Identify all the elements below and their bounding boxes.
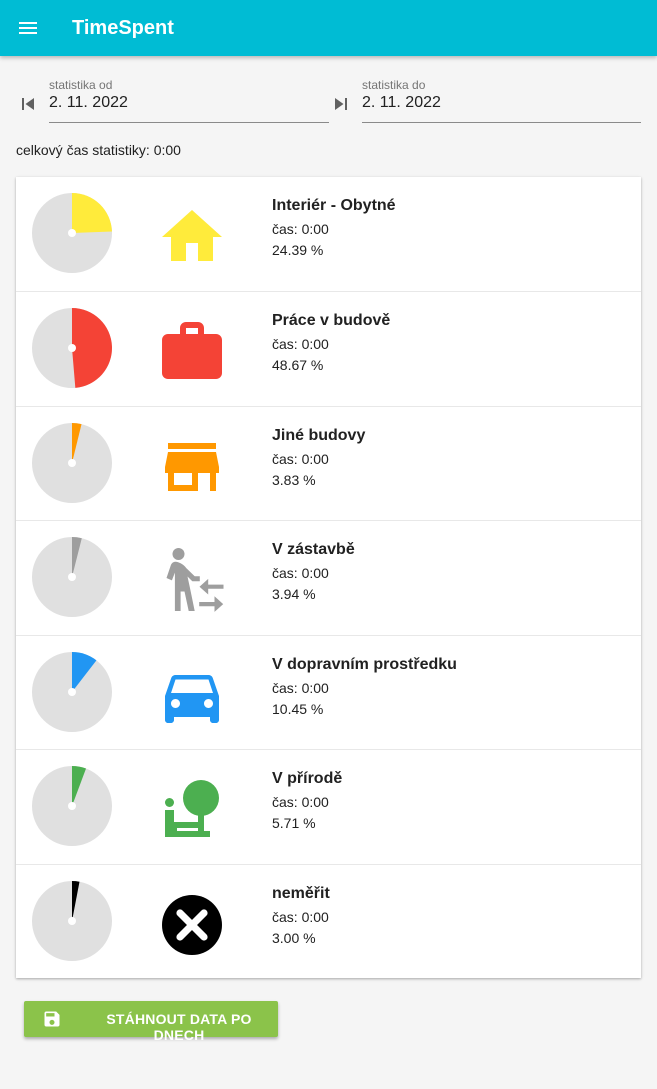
app-title: TimeSpent <box>72 17 174 39</box>
category-row-interior[interactable]: Interiér - Obytné čas: 0:00 24.39 % <box>16 177 641 291</box>
date-to-input[interactable] <box>362 94 641 112</box>
category-title: Interiér - Obytné <box>272 197 396 214</box>
category-percent: 3.94 % <box>272 586 316 602</box>
total-time-text: celkový čas statistiky: 0:00 <box>16 142 181 158</box>
pie-center-dot <box>68 344 76 352</box>
pie-slice <box>72 308 112 388</box>
date-to-field[interactable]: statistika do <box>362 74 641 123</box>
pie-slice <box>72 193 112 233</box>
category-list: Interiér - Obytné čas: 0:00 24.39 % Prác… <box>16 177 641 978</box>
pie-chart <box>32 308 112 388</box>
date-from-input[interactable] <box>49 94 329 112</box>
category-time: čas: 0:00 <box>272 909 329 925</box>
date-from-label: statistika od <box>49 78 113 92</box>
briefcase-icon <box>162 322 222 379</box>
category-title: V zástavbě <box>272 541 355 558</box>
category-percent: 3.00 % <box>272 930 316 946</box>
category-row-other-buildings[interactable]: Jiné budovy čas: 0:00 3.83 % <box>16 406 641 520</box>
download-button-label: STÁHNOUT DATA PO DNECH <box>106 1011 252 1043</box>
date-to-label: statistika do <box>362 78 426 92</box>
category-text: Práce v budově čas: 0:00 48.67 % <box>272 312 390 376</box>
cancel-icon <box>162 895 222 955</box>
next-date-button[interactable] <box>329 92 353 116</box>
category-text: V přírodě čas: 0:00 5.71 % <box>272 770 342 834</box>
category-row-vehicle[interactable]: V dopravním prostředku čas: 0:00 10.45 % <box>16 635 641 749</box>
menu-button[interactable] <box>16 16 40 40</box>
pie-chart <box>32 881 112 961</box>
category-time: čas: 0:00 <box>272 451 329 467</box>
store-icon <box>165 443 219 491</box>
home-icon <box>162 210 222 261</box>
pie-chart <box>32 766 112 846</box>
skip-next-icon <box>335 98 347 110</box>
category-time: čas: 0:00 <box>272 680 329 696</box>
category-time: čas: 0:00 <box>272 794 329 810</box>
category-percent: 48.67 % <box>272 357 324 373</box>
category-title: V přírodě <box>272 770 343 787</box>
menu-icon <box>19 22 37 34</box>
skip-previous-icon <box>22 98 34 110</box>
pie-center-dot <box>68 688 76 696</box>
pie-center-dot <box>68 573 76 581</box>
pie-chart <box>32 423 112 503</box>
category-time: čas: 0:00 <box>272 565 329 581</box>
pie-center-dot <box>68 802 76 810</box>
pie-center-dot <box>68 229 76 237</box>
pie-chart <box>32 652 112 732</box>
walking-person-icon <box>166 548 224 612</box>
app-bar: TimeSpent <box>0 0 657 56</box>
nature-person-icon <box>165 780 219 837</box>
category-title: Jiné budovy <box>272 427 366 444</box>
previous-date-button[interactable] <box>16 92 40 116</box>
category-row-no-measure[interactable]: neměřit čas: 0:00 3.00 % <box>16 864 641 978</box>
category-row-nature[interactable]: V přírodě čas: 0:00 5.71 % <box>16 749 641 863</box>
category-time: čas: 0:00 <box>272 221 329 237</box>
category-title: V dopravním prostředku <box>272 656 457 673</box>
category-row-work[interactable]: Práce v budově čas: 0:00 48.67 % <box>16 291 641 405</box>
car-icon <box>165 675 219 723</box>
category-text: neměřit čas: 0:00 3.00 % <box>272 885 330 949</box>
category-percent: 10.45 % <box>272 701 324 717</box>
category-percent: 24.39 % <box>272 242 324 258</box>
category-title: Práce v budově <box>272 312 391 329</box>
category-text: Jiné budovy čas: 0:00 3.83 % <box>272 427 365 491</box>
category-text: Interiér - Obytné čas: 0:00 24.39 % <box>272 197 396 261</box>
category-row-built-up[interactable]: V zástavbě čas: 0:00 3.94 % <box>16 520 641 634</box>
pie-center-dot <box>68 459 76 467</box>
category-percent: 5.71 % <box>272 815 316 831</box>
category-percent: 3.83 % <box>272 472 316 488</box>
pie-center-dot <box>68 917 76 925</box>
save-icon <box>44 1011 60 1027</box>
category-time: čas: 0:00 <box>272 336 329 352</box>
date-from-field[interactable]: statistika od <box>49 74 329 123</box>
download-daily-data-button[interactable]: STÁHNOUT DATA PO DNECH <box>24 1001 278 1043</box>
category-text: V dopravním prostředku čas: 0:00 10.45 % <box>272 656 457 720</box>
pie-chart <box>32 193 112 273</box>
pie-chart <box>32 537 112 617</box>
category-text: V zástavbě čas: 0:00 3.94 % <box>272 541 355 605</box>
category-title: neměřit <box>272 885 330 902</box>
